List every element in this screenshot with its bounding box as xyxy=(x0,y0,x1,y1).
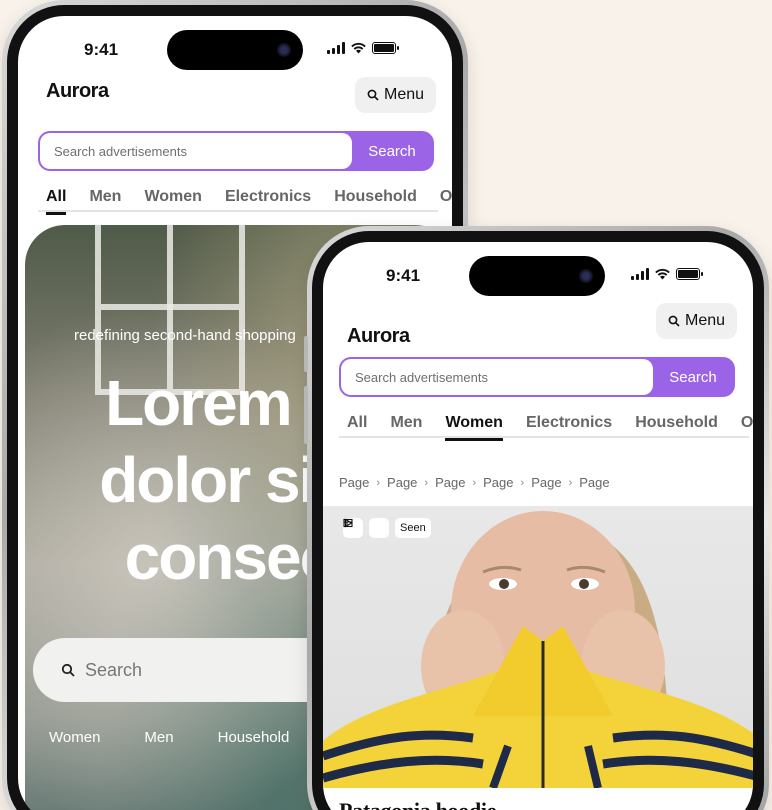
tab-electronics[interactable]: Electronics xyxy=(225,188,311,206)
chevron-right-icon: › xyxy=(424,476,429,489)
chevron-right-icon: › xyxy=(376,476,381,489)
category-tabs: All Men Women Electronics Household O xyxy=(347,414,753,441)
breadcrumb-item[interactable]: Page xyxy=(531,475,561,490)
search-icon xyxy=(367,89,379,101)
chevron-right-icon: › xyxy=(568,476,573,489)
product-title[interactable]: Patagonia hoodie xyxy=(339,798,496,810)
tab-household[interactable]: Household xyxy=(334,188,417,206)
app-logo: Aurora xyxy=(347,325,410,347)
search-bar: Search advertisements Search xyxy=(339,357,735,397)
tab-other[interactable]: O xyxy=(440,188,452,206)
phone-bezel: 9:41 Aurora Menu Search advertisements S… xyxy=(312,231,764,810)
wifi-icon xyxy=(655,268,670,280)
breadcrumb-item[interactable]: Page xyxy=(435,475,465,490)
hero-tagline: redefining second-hand shopping xyxy=(74,327,296,344)
status-icons xyxy=(327,42,399,54)
tab-men[interactable]: Men xyxy=(89,188,121,206)
search-bar: Search advertisements Search xyxy=(38,131,434,171)
menu-button[interactable]: Menu xyxy=(656,303,738,339)
menu-label: Menu xyxy=(384,86,425,103)
side-button xyxy=(304,336,308,372)
camera-icon xyxy=(579,269,593,283)
search-input[interactable]: Search advertisements xyxy=(40,133,352,169)
status-time: 9:41 xyxy=(84,40,119,59)
seen-badge: Seen xyxy=(395,518,431,538)
breadcrumb-item[interactable]: Page xyxy=(339,475,369,490)
chevron-right-icon: › xyxy=(472,476,477,489)
menu-label: Menu xyxy=(685,312,726,329)
breadcrumb: Page › Page › Page › Page › Page › Page xyxy=(339,475,610,490)
cellular-signal-icon xyxy=(631,268,649,280)
dynamic-island xyxy=(167,30,303,70)
breadcrumb-item[interactable]: Page xyxy=(579,475,609,490)
side-button xyxy=(304,386,308,444)
gallery-icon xyxy=(343,518,353,528)
tab-women[interactable]: Women xyxy=(445,414,504,441)
tab-other[interactable]: O xyxy=(741,414,753,432)
status-icons xyxy=(631,268,703,280)
search-icon xyxy=(668,315,680,327)
camera-icon xyxy=(277,43,291,57)
status-bar: 9:41 xyxy=(18,16,452,72)
tab-men[interactable]: Men xyxy=(390,414,422,432)
product-image[interactable]: Seen xyxy=(323,506,753,788)
breadcrumb-item[interactable]: Page xyxy=(387,475,417,490)
gallery-button[interactable] xyxy=(343,518,389,538)
hero-category-link[interactable]: Household xyxy=(218,729,290,746)
tab-all[interactable]: All xyxy=(347,414,367,432)
product-photo-illustration xyxy=(323,511,753,788)
chevron-right-icon: › xyxy=(520,476,525,489)
search-button[interactable]: Search xyxy=(352,143,432,160)
hero-search-placeholder: Search xyxy=(85,659,143,680)
status-time: 9:41 xyxy=(386,266,421,285)
front-phone-screen: 9:41 Aurora Menu Search advertisements S… xyxy=(323,242,753,810)
wifi-icon xyxy=(351,42,366,54)
battery-icon xyxy=(372,42,399,54)
hero-categories: Women Men Household xyxy=(49,729,289,746)
search-button[interactable]: Search xyxy=(653,369,733,386)
tab-household[interactable]: Household xyxy=(635,414,718,432)
search-icon xyxy=(61,663,75,677)
app-logo: Aurora xyxy=(46,80,109,102)
hero-category-link[interactable]: Men xyxy=(144,729,173,746)
breadcrumb-item[interactable]: Page xyxy=(483,475,513,490)
menu-button[interactable]: Menu xyxy=(355,77,437,113)
image-controls: Seen xyxy=(343,518,431,538)
tab-divider xyxy=(38,210,438,212)
battery-icon xyxy=(676,268,703,280)
tab-all[interactable]: All xyxy=(46,188,67,215)
category-tabs: All Men Women Electronics Household O xyxy=(46,188,452,215)
cellular-signal-icon xyxy=(327,42,345,54)
tab-electronics[interactable]: Electronics xyxy=(526,414,612,432)
search-input[interactable]: Search advertisements xyxy=(341,359,653,395)
tab-divider xyxy=(339,436,749,438)
tab-women[interactable]: Women xyxy=(144,188,201,206)
dynamic-island xyxy=(469,256,605,296)
status-bar: 9:41 xyxy=(323,242,753,298)
hero-category-link[interactable]: Women xyxy=(49,729,100,746)
front-phone-frame: 9:41 Aurora Menu Search advertisements S… xyxy=(304,226,769,810)
